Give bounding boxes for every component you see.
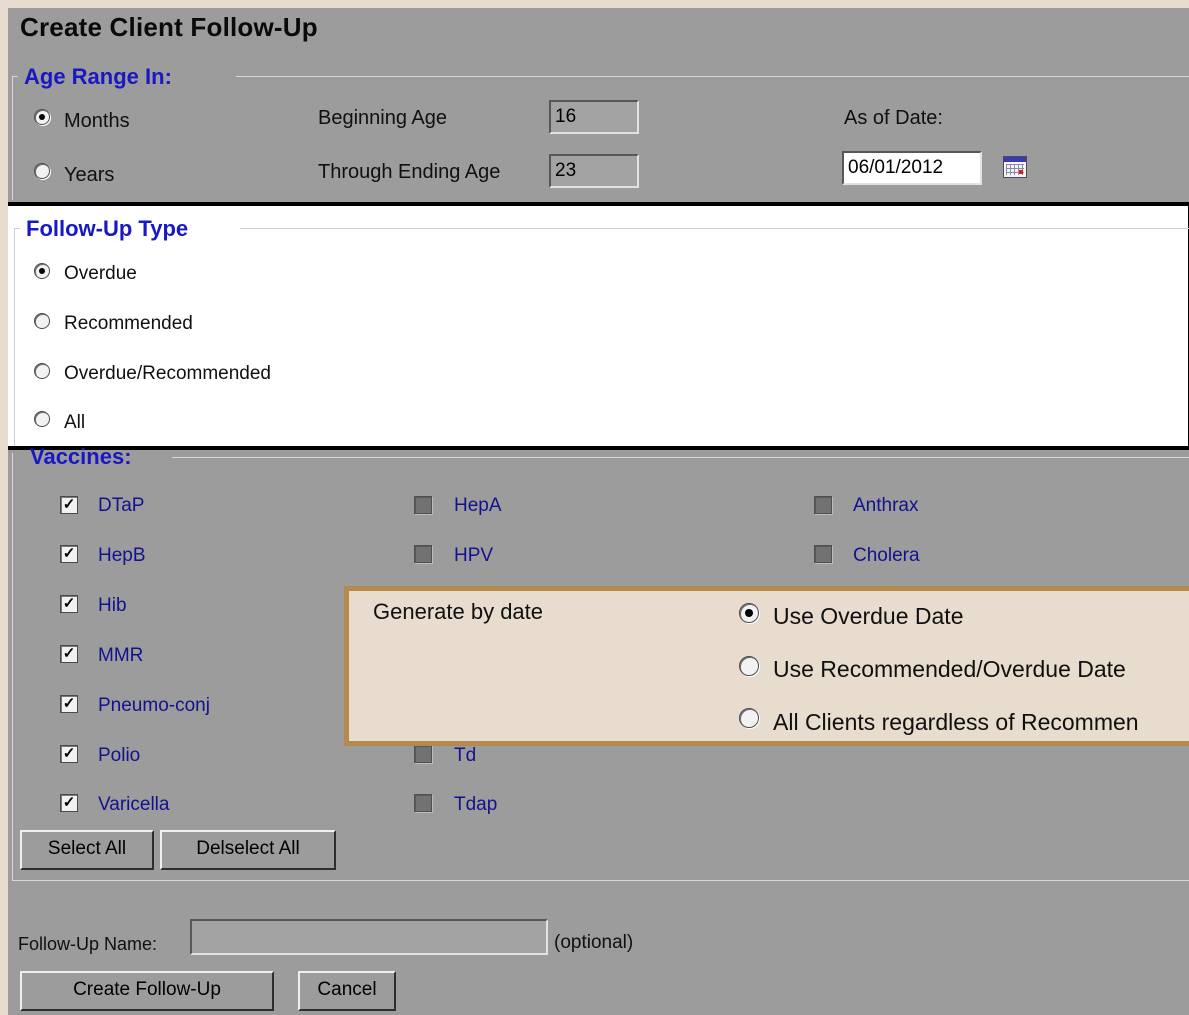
follow-up-type-legend: Follow-Up Type [26,216,189,241]
beginning-age-input[interactable]: 16 [549,100,639,134]
use-overdue-date-label: Use Overdue Date [773,603,964,629]
calendar-icon[interactable] [1003,156,1027,178]
overdue-radio[interactable] [34,263,50,279]
create-follow-up-window: Create Client Follow-Up Age Range In: Mo… [8,8,1189,1015]
pneumo-conj-label: Pneumo-conj [98,695,210,716]
anthrax-label: Anthrax [853,495,919,516]
months-label: Months [64,110,130,132]
mmr-label: MMR [98,645,144,666]
pneumo-conj-checkbox[interactable]: ✓ [60,695,78,713]
hpv-label: HPV [454,545,494,566]
overdue-recommended-radio[interactable] [34,363,50,379]
page-title: Create Client Follow-Up [20,12,318,42]
fieldset-border [172,457,1189,458]
cancel-button[interactable]: Cancel [298,971,396,1011]
years-label: Years [64,164,115,186]
polio-label: Polio [98,745,141,766]
td-checkbox[interactable] [414,745,432,763]
mmr-checkbox[interactable]: ✓ [60,645,78,663]
as-of-date-label: As of Date: [844,107,943,129]
use-recommended-overdue-date-label: Use Recommended/Overdue Date [773,656,1126,682]
fieldset-border [12,453,13,880]
tdap-checkbox[interactable] [414,794,432,812]
varicella-label: Varicella [98,794,170,815]
recommended-label: Recommended [64,313,193,334]
hepb-label: HepB [98,545,146,566]
dtap-label: DTaP [98,495,145,516]
select-all-button[interactable]: Select All [20,830,154,870]
use-recommended-overdue-date-radio[interactable] [739,656,759,676]
follow-up-name-input[interactable] [190,919,548,955]
all-radio[interactable] [34,411,50,427]
years-radio[interactable] [34,163,50,179]
hepa-label: HepA [454,495,502,516]
dtap-checkbox[interactable]: ✓ [60,496,78,514]
beginning-age-label: Beginning Age [318,107,448,129]
hib-checkbox[interactable]: ✓ [60,595,78,613]
cholera-checkbox[interactable] [814,545,832,563]
as-of-date-input[interactable]: 06/01/2012 [842,151,982,185]
tdap-label: Tdap [454,794,498,815]
hepb-checkbox[interactable]: ✓ [60,545,78,563]
age-range-legend: Age Range In: [24,64,172,89]
fieldset-border [12,76,13,200]
recommended-radio[interactable] [34,313,50,329]
follow-up-type-fieldset: Follow-Up Type Overdue Recommended Overd… [8,202,1189,450]
overdue-recommended-label: Overdue/Recommended [64,363,271,384]
ending-age-label: Through Ending Age [318,161,501,183]
fieldset-border [240,228,1189,229]
all-clients-label: All Clients regardless of Recommen [773,709,1139,735]
fieldset-border [12,880,1189,881]
hpv-checkbox[interactable] [414,545,432,563]
all-clients-radio[interactable] [739,708,759,728]
anthrax-checkbox[interactable] [814,496,832,514]
deselect-all-button[interactable]: Delselect All [160,830,336,870]
hepa-checkbox[interactable] [414,496,432,514]
cholera-label: Cholera [853,545,920,566]
overdue-label: Overdue [64,263,137,284]
td-label: Td [454,745,477,766]
all-label: All [64,412,86,433]
hib-label: Hib [98,595,127,616]
vaccines-legend: Vaccines: [30,448,132,469]
create-follow-up-button[interactable]: Create Follow-Up [20,971,274,1011]
fieldset-border [14,228,15,446]
fieldset-border [236,76,1189,77]
optional-label: (optional) [554,932,634,953]
months-radio[interactable] [34,109,50,125]
generate-by-date-label: Generate by date [373,599,544,624]
varicella-checkbox[interactable]: ✓ [60,794,78,812]
polio-checkbox[interactable]: ✓ [60,745,78,763]
follow-up-name-label: Follow-Up Name: [18,934,158,954]
ending-age-input[interactable]: 23 [549,154,639,188]
use-overdue-date-radio[interactable] [739,603,759,623]
generate-by-date-panel: Generate by date Use Overdue Date Use Re… [344,586,1189,746]
